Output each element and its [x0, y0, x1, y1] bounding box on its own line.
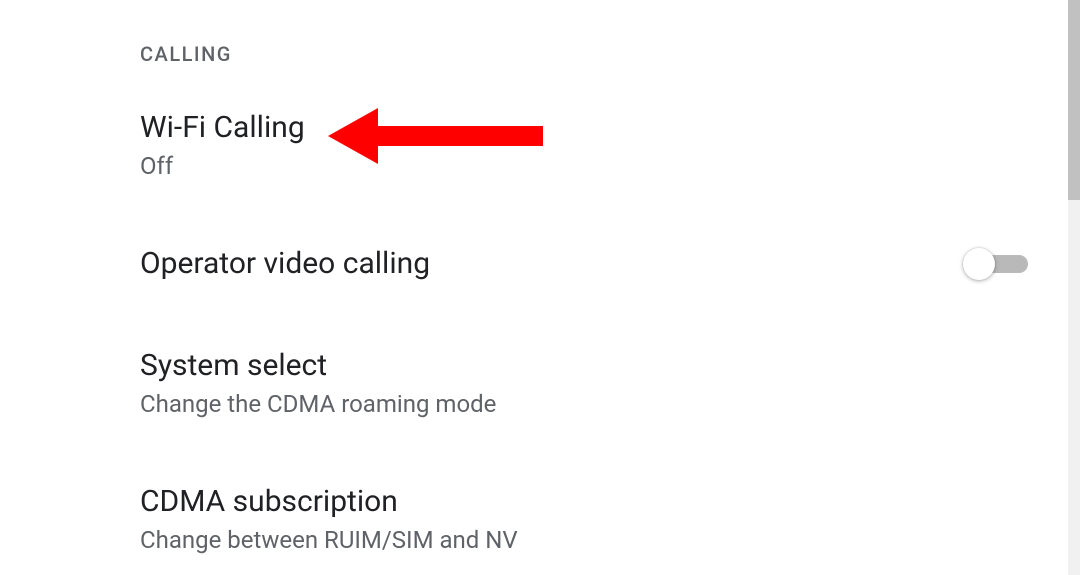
setting-subtitle: Off [140, 152, 1028, 180]
scrollbar-track[interactable] [1068, 0, 1080, 575]
toggle-knob [963, 248, 995, 280]
setting-title: Wi-Fi Calling [140, 110, 1028, 146]
setting-cdma-subscription[interactable]: CDMA subscription Change between RUIM/SI… [140, 484, 1028, 554]
calling-settings-section: CALLING Wi-Fi Calling Off Operator video… [0, 0, 1068, 554]
setting-wifi-calling[interactable]: Wi-Fi Calling Off [140, 110, 1028, 180]
setting-title: System select [140, 348, 1028, 384]
setting-subtitle: Change the CDMA roaming mode [140, 390, 1028, 418]
setting-subtitle: Change between RUIM/SIM and NV [140, 526, 1028, 554]
section-header-calling: CALLING [140, 42, 1028, 66]
toggle-operator-video-calling[interactable] [966, 255, 1028, 273]
scrollbar-thumb[interactable] [1068, 0, 1080, 200]
setting-title: CDMA subscription [140, 484, 1028, 520]
setting-system-select[interactable]: System select Change the CDMA roaming mo… [140, 348, 1028, 418]
setting-operator-video-calling[interactable]: Operator video calling [140, 246, 1028, 282]
setting-title: Operator video calling [140, 246, 1028, 282]
